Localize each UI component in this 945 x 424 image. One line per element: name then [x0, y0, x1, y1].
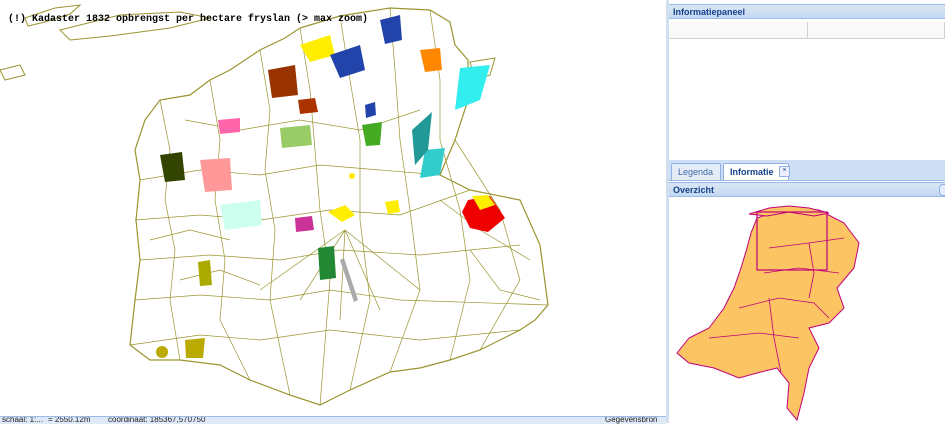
overview-panel-header: Overzicht: [669, 182, 945, 197]
close-icon[interactable]: ×: [779, 166, 790, 177]
tab-legenda[interactable]: Legenda: [671, 163, 721, 180]
parcel-green-1: [318, 246, 336, 280]
parcel-pink-3: [295, 216, 314, 232]
info-grid-header: [669, 22, 945, 39]
parcel-olive-1: [185, 338, 205, 358]
island-left: [0, 64, 26, 81]
info-panel-header: Informatiepaneel: [669, 4, 945, 19]
right-sidebar: Informatiepaneel Legenda Informatie × Ov…: [669, 0, 945, 423]
parcel-brown-1: [268, 65, 298, 98]
info-grid-column[interactable]: [669, 22, 808, 38]
map-title: (!) Kadaster 1832 opbrengst per hectare …: [8, 14, 369, 25]
map-viewport[interactable]: (!) Kadaster 1832 opbrengst per hectare …: [0, 0, 666, 416]
parcel-pink-2: [218, 118, 240, 134]
info-panel-title: Informatiepaneel: [673, 7, 746, 17]
tab-strip: Legenda Informatie ×: [669, 160, 945, 181]
overview-map[interactable]: [669, 198, 945, 423]
parcel-pink-1: [200, 158, 232, 192]
parcel-olive-2: [198, 260, 212, 286]
info-panel-body: [669, 22, 945, 160]
parcel-olive-dot: [156, 346, 168, 358]
parcel-yellow-dot: [349, 173, 355, 179]
overview-panel-title: Overzicht: [673, 185, 715, 195]
parcel-cyan-1: [455, 65, 490, 110]
parcel-lightgreen: [280, 125, 312, 148]
overview-canvas[interactable]: [669, 198, 945, 423]
parcel-lightcyan: [220, 200, 262, 230]
info-grid-column[interactable]: [808, 22, 945, 38]
map-canvas[interactable]: [0, 0, 666, 416]
parcel-brown-2: [298, 98, 318, 114]
collapse-knob-icon[interactable]: [939, 184, 945, 196]
